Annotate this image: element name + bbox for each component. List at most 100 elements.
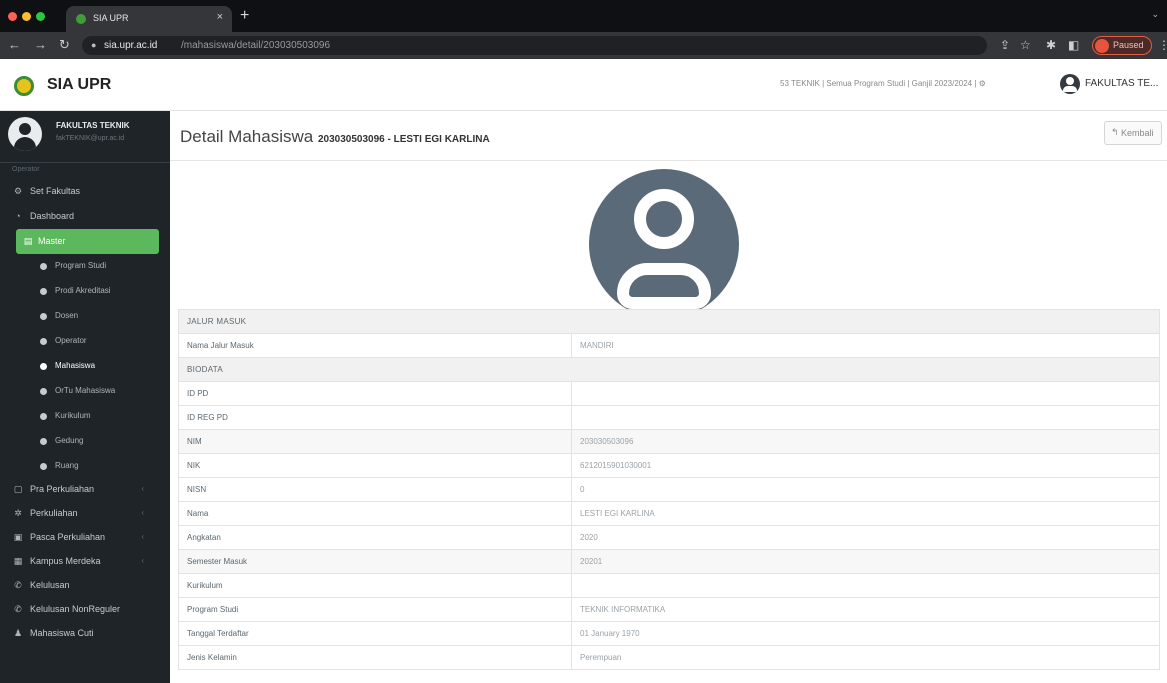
sidebar-subitem-gedung[interactable]: Gedung <box>40 429 170 454</box>
field-value: 01 January 1970 <box>571 621 1160 646</box>
field-label: Angkatan <box>178 525 572 550</box>
field-label: Program Studi <box>178 597 572 622</box>
chevron-left-icon: ‹ <box>141 532 144 541</box>
sidebar-item-perkuliahan[interactable]: ✲ Perkuliahan ‹ <box>12 501 158 526</box>
dashboard-icon: ◔ <box>15 211 21 221</box>
sidebar-item-label: Mahasiswa Cuti <box>30 628 94 638</box>
field-label: NIM <box>178 429 572 454</box>
field-value: MANDIRI <box>571 333 1160 358</box>
table-row: Nama Jalur Masuk MANDIRI <box>178 333 1160 358</box>
table-section-header: BIODATA <box>178 357 1160 382</box>
field-label: Kurikulum <box>178 573 572 598</box>
field-value <box>571 405 1160 430</box>
table-row: Tanggal Terdaftar 01 January 1970 <box>178 621 1160 646</box>
sidebar-subitem-operator[interactable]: Operator <box>40 329 170 354</box>
back-button[interactable]: ↰ Kembali <box>1104 121 1162 145</box>
table-row: NISN 0 <box>178 477 1160 502</box>
sidebar-subitem-ortu-mahasiswa[interactable]: OrTu Mahasiswa <box>40 379 170 404</box>
circle-icon <box>40 413 47 420</box>
sidebar-item-kelulusan[interactable]: ✆ Kelulusan <box>12 573 158 598</box>
sidebar-subitem-dosen[interactable]: Dosen <box>40 304 170 329</box>
field-label: NIK <box>178 453 572 478</box>
graduation-icon: ✆ <box>14 580 22 590</box>
table-row: Jenis Kelamin Perempuan <box>178 645 1160 670</box>
table-section-header: JALUR MASUK <box>178 309 1160 334</box>
sidebar-item-kampus-merdeka[interactable]: ▦ Kampus Merdeka ‹ <box>12 549 158 574</box>
sidebar-user-panel: FAKULTAS TEKNIK fakTEKNIK@upr.ac.id <box>0 111 170 163</box>
share-icon[interactable]: ⇪ <box>1000 38 1010 52</box>
field-label: Jenis Kelamin <box>178 645 572 670</box>
sidebar-subitem-label: Mahasiswa <box>55 361 96 370</box>
reload-icon[interactable]: ↻ <box>59 37 70 53</box>
new-tab-button[interactable]: + <box>240 7 249 25</box>
document-icon: ▣ <box>13 532 23 542</box>
field-label: Nama Jalur Masuk <box>178 333 572 358</box>
profile-button[interactable]: Paused <box>1092 36 1152 55</box>
field-label: ID REG PD <box>178 405 572 430</box>
back-button-label: Kembali <box>1121 128 1154 138</box>
sidebar-subitem-ruang[interactable]: Ruang <box>40 454 170 479</box>
side-panel-icon[interactable]: ◧ <box>1068 38 1079 52</box>
file-icon: ▢ <box>13 484 23 494</box>
field-value: 6212015901030001 <box>571 453 1160 478</box>
forward-arrow-icon[interactable]: → <box>34 37 47 52</box>
sidebar-subitem-program-studi[interactable]: Program Studi <box>40 254 170 279</box>
table-row: NIM 203030503096 <box>178 429 1160 454</box>
sidebar-user-name: FAKULTAS TEKNIK <box>56 121 130 130</box>
sidebar-subitem-mahasiswa[interactable]: Mahasiswa <box>40 354 170 379</box>
field-value: TEKNIK INFORMATIKA <box>571 597 1160 622</box>
sidebar-item-label: Perkuliahan <box>30 508 78 518</box>
main-content: Detail Mahasiswa 203030503096 - LESTI EG… <box>170 111 1167 683</box>
sidebar-item-label: Pasca Perkuliahan <box>30 532 106 542</box>
app-header: SIA UPR 53 TEKNIK | Semua Program Studi … <box>0 59 1167 111</box>
browser-menu-icon[interactable]: ⋮ <box>1158 38 1167 52</box>
window-close-button[interactable] <box>8 12 17 21</box>
bookmark-star-icon[interactable]: ☆ <box>1020 38 1031 52</box>
profile-avatar <box>1095 39 1109 53</box>
sidebar-item-mahasiswa-cuti[interactable]: ♟ Mahasiswa Cuti <box>12 621 158 646</box>
sidebar-item-set-fakultas[interactable]: ⚙ Set Fakultas <box>12 179 158 204</box>
user-menu[interactable]: FAKULTAS TE... <box>1085 78 1158 89</box>
table-row: Program Studi TEKNIK INFORMATIKA <box>178 597 1160 622</box>
brand-name[interactable]: SIA UPR <box>47 76 111 94</box>
tab-close-icon[interactable]: × <box>217 11 223 23</box>
context-info[interactable]: 53 TEKNIK | Semua Program Studi | Ganjil… <box>780 79 986 88</box>
sidebar-subitem-label: Ruang <box>55 461 79 470</box>
page-title-text: Detail Mahasiswa <box>180 127 314 146</box>
sidebar-subitem-kurikulum[interactable]: Kurikulum <box>40 404 170 429</box>
circle-icon <box>40 338 47 345</box>
field-value: Perempuan <box>571 645 1160 670</box>
window-maximize-button[interactable] <box>36 12 45 21</box>
sidebar-item-master[interactable]: ▤ Master <box>16 229 159 254</box>
section-title: BIODATA <box>178 357 1160 382</box>
sidebar-user-email: fakTEKNIK@upr.ac.id <box>56 135 125 142</box>
field-value: 2020 <box>571 525 1160 550</box>
sidebar-item-label: Pra Perkuliahan <box>30 484 95 494</box>
circle-icon <box>40 438 47 445</box>
reply-arrow-icon: ↰ <box>1111 127 1119 137</box>
browser-tab[interactable]: SIA UPR × <box>66 6 232 32</box>
sidebar-item-pasca-perkuliahan[interactable]: ▣ Pasca Perkuliahan ‹ <box>12 525 158 550</box>
circle-icon <box>40 363 47 370</box>
back-arrow-icon[interactable]: ← <box>8 37 21 52</box>
user-avatar-icon[interactable] <box>1060 74 1080 94</box>
site-info-icon[interactable]: ● <box>91 40 96 50</box>
address-bar[interactable]: ● sia.upr.ac.id /mahasiswa/detail/203030… <box>82 36 987 55</box>
cogs-icon: ✲ <box>14 508 22 518</box>
chevron-left-icon: ‹ <box>141 508 144 517</box>
user-icon: ♟ <box>13 628 23 638</box>
sidebar-item-pra-perkuliahan[interactable]: ▢ Pra Perkuliahan ‹ <box>12 477 158 502</box>
page-title-bar: Detail Mahasiswa 203030503096 - LESTI EG… <box>170 111 1167 161</box>
circle-icon <box>40 463 47 470</box>
database-icon: ▤ <box>23 236 33 246</box>
sidebar-item-dashboard[interactable]: ◔ Dashboard <box>12 204 158 229</box>
table-row: Kurikulum <box>178 573 1160 598</box>
tab-search-chevron-icon[interactable]: ⌄ <box>1151 9 1159 20</box>
window-minimize-button[interactable] <box>22 12 31 21</box>
sidebar-subitem-prodi-akreditasi[interactable]: Prodi Akreditasi <box>40 279 170 304</box>
url-host: sia.upr.ac.id <box>104 40 158 51</box>
extensions-icon[interactable]: ✱ <box>1046 38 1056 52</box>
circle-icon <box>40 388 47 395</box>
section-title: JALUR MASUK <box>178 309 1160 334</box>
sidebar-item-kelulusan-nonreguler[interactable]: ✆ Kelulusan NonReguler <box>12 597 158 622</box>
